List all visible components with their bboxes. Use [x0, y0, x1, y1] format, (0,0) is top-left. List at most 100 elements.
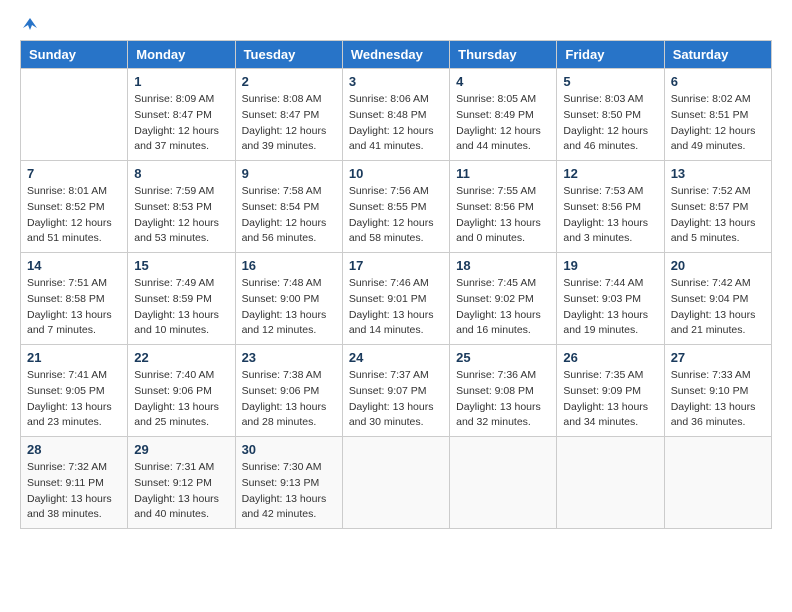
- calendar-cell: 8Sunrise: 7:59 AM Sunset: 8:53 PM Daylig…: [128, 161, 235, 253]
- calendar-cell: 15 Sunrise: 7:49 AM Sunset: 8:59 PM Dayli…: [128, 253, 235, 345]
- calendar-cell: 5 Sunrise: 8:03 AM Sunset: 8:50 PM Daylig…: [557, 69, 664, 161]
- day-info: Sunrise: 7:41 AM Sunset: 9:05 PM Dayligh…: [27, 368, 121, 431]
- day-number: 28: [27, 442, 121, 457]
- calendar-day-header: Wednesday: [342, 41, 449, 69]
- day-number: 7: [27, 166, 121, 181]
- calendar-cell: [21, 69, 128, 161]
- calendar-day-header: Monday: [128, 41, 235, 69]
- calendar-cell: 27Sunrise: 7:33 AM Sunset: 9:10 PM Dayli…: [664, 345, 771, 437]
- day-number: 15: [134, 258, 228, 273]
- day-number: 17: [349, 258, 443, 273]
- calendar-cell: 26 Sunrise: 7:35 AM Sunset: 9:09 PM Dayli…: [557, 345, 664, 437]
- day-number: 26: [563, 350, 657, 365]
- day-number: 29: [134, 442, 228, 457]
- calendar-day-header: Sunday: [21, 41, 128, 69]
- day-number: 22: [134, 350, 228, 365]
- day-number: 10: [349, 166, 443, 181]
- calendar-cell: 10 Sunrise: 7:56 AM Sunset: 8:55 PM Dayli…: [342, 161, 449, 253]
- calendar-day-header: Friday: [557, 41, 664, 69]
- day-number: 14: [27, 258, 121, 273]
- calendar-cell: 23 Sunrise: 7:38 AM Sunset: 9:06 PM Dayli…: [235, 345, 342, 437]
- calendar-week-row: 28 Sunrise: 7:32 AM Sunset: 9:11 PM Dayli…: [21, 437, 772, 529]
- calendar-cell: 21 Sunrise: 7:41 AM Sunset: 9:05 PM Dayli…: [21, 345, 128, 437]
- calendar-cell: 30 Sunrise: 7:30 AM Sunset: 9:13 PM Dayli…: [235, 437, 342, 529]
- day-info: Sunrise: 7:56 AM Sunset: 8:55 PM Dayligh…: [349, 184, 443, 247]
- logo: [20, 20, 39, 30]
- day-number: 11: [456, 166, 550, 181]
- calendar-cell: 12 Sunrise: 7:53 AM Sunset: 8:56 PM Dayli…: [557, 161, 664, 253]
- day-info: Sunrise: 7:48 AM Sunset: 9:00 PM Dayligh…: [242, 276, 336, 339]
- day-info: Sunrise: 7:53 AM Sunset: 8:56 PM Dayligh…: [563, 184, 657, 247]
- day-info: Sunrise: 8:01 AM Sunset: 8:52 PM Dayligh…: [27, 184, 121, 247]
- calendar-week-row: 21 Sunrise: 7:41 AM Sunset: 9:05 PM Dayli…: [21, 345, 772, 437]
- day-info: Sunrise: 7:36 AM Sunset: 9:08 PM Dayligh…: [456, 368, 550, 431]
- calendar-cell: 25 Sunrise: 7:36 AM Sunset: 9:08 PM Dayli…: [450, 345, 557, 437]
- calendar-cell: 19Sunrise: 7:44 AM Sunset: 9:03 PM Dayli…: [557, 253, 664, 345]
- calendar-cell: 17 Sunrise: 7:46 AM Sunset: 9:01 PM Dayli…: [342, 253, 449, 345]
- day-number: 20: [671, 258, 765, 273]
- day-info: Sunrise: 7:40 AM Sunset: 9:06 PM Dayligh…: [134, 368, 228, 431]
- day-info: Sunrise: 7:32 AM Sunset: 9:11 PM Dayligh…: [27, 460, 121, 523]
- day-info: Sunrise: 8:02 AM Sunset: 8:51 PM Dayligh…: [671, 92, 765, 155]
- day-number: 16: [242, 258, 336, 273]
- day-info: Sunrise: 7:46 AM Sunset: 9:01 PM Dayligh…: [349, 276, 443, 339]
- calendar-cell: 22 Sunrise: 7:40 AM Sunset: 9:06 PM Dayli…: [128, 345, 235, 437]
- calendar-cell: 3 Sunrise: 8:06 AM Sunset: 8:48 PM Daylig…: [342, 69, 449, 161]
- calendar-cell: [342, 437, 449, 529]
- day-info: Sunrise: 7:42 AM Sunset: 9:04 PM Dayligh…: [671, 276, 765, 339]
- day-info: Sunrise: 7:37 AM Sunset: 9:07 PM Dayligh…: [349, 368, 443, 431]
- day-info: Sunrise: 8:03 AM Sunset: 8:50 PM Dayligh…: [563, 92, 657, 155]
- calendar-cell: 1 Sunrise: 8:09 AM Sunset: 8:47 PM Daylig…: [128, 69, 235, 161]
- day-number: 9: [242, 166, 336, 181]
- day-number: 19: [563, 258, 657, 273]
- calendar-day-header: Saturday: [664, 41, 771, 69]
- day-number: 13: [671, 166, 765, 181]
- day-info: Sunrise: 7:55 AM Sunset: 8:56 PM Dayligh…: [456, 184, 550, 247]
- day-number: 25: [456, 350, 550, 365]
- calendar-header: SundayMondayTuesdayWednesdayThursdayFrid…: [21, 41, 772, 69]
- day-number: 21: [27, 350, 121, 365]
- day-info: Sunrise: 7:49 AM Sunset: 8:59 PM Dayligh…: [134, 276, 228, 339]
- day-number: 3: [349, 74, 443, 89]
- day-number: 4: [456, 74, 550, 89]
- calendar-cell: [664, 437, 771, 529]
- calendar-day-header: Tuesday: [235, 41, 342, 69]
- day-info: Sunrise: 7:45 AM Sunset: 9:02 PM Dayligh…: [456, 276, 550, 339]
- calendar-cell: 18Sunrise: 7:45 AM Sunset: 9:02 PM Dayli…: [450, 253, 557, 345]
- day-number: 1: [134, 74, 228, 89]
- day-info: Sunrise: 7:52 AM Sunset: 8:57 PM Dayligh…: [671, 184, 765, 247]
- day-info: Sunrise: 7:58 AM Sunset: 8:54 PM Dayligh…: [242, 184, 336, 247]
- calendar-cell: 29 Sunrise: 7:31 AM Sunset: 9:12 PM Dayli…: [128, 437, 235, 529]
- page-header: [20, 20, 772, 30]
- day-info: Sunrise: 8:06 AM Sunset: 8:48 PM Dayligh…: [349, 92, 443, 155]
- calendar-cell: 28 Sunrise: 7:32 AM Sunset: 9:11 PM Dayli…: [21, 437, 128, 529]
- day-number: 30: [242, 442, 336, 457]
- day-info: Sunrise: 7:35 AM Sunset: 9:09 PM Dayligh…: [563, 368, 657, 431]
- day-info: Sunrise: 7:31 AM Sunset: 9:12 PM Dayligh…: [134, 460, 228, 523]
- day-info: Sunrise: 7:38 AM Sunset: 9:06 PM Dayligh…: [242, 368, 336, 431]
- calendar-cell: 2Sunrise: 8:08 AM Sunset: 8:47 PM Daylig…: [235, 69, 342, 161]
- calendar-cell: 14 Sunrise: 7:51 AM Sunset: 8:58 PM Dayli…: [21, 253, 128, 345]
- calendar-cell: 7 Sunrise: 8:01 AM Sunset: 8:52 PM Daylig…: [21, 161, 128, 253]
- calendar-cell: 20 Sunrise: 7:42 AM Sunset: 9:04 PM Dayli…: [664, 253, 771, 345]
- day-info: Sunrise: 8:09 AM Sunset: 8:47 PM Dayligh…: [134, 92, 228, 155]
- calendar-week-row: 1 Sunrise: 8:09 AM Sunset: 8:47 PM Daylig…: [21, 69, 772, 161]
- calendar-cell: 13 Sunrise: 7:52 AM Sunset: 8:57 PM Dayli…: [664, 161, 771, 253]
- day-number: 12: [563, 166, 657, 181]
- calendar-day-header: Thursday: [450, 41, 557, 69]
- calendar-cell: 16 Sunrise: 7:48 AM Sunset: 9:00 PM Dayli…: [235, 253, 342, 345]
- calendar-cell: [450, 437, 557, 529]
- day-number: 5: [563, 74, 657, 89]
- calendar-cell: 9 Sunrise: 7:58 AM Sunset: 8:54 PM Daylig…: [235, 161, 342, 253]
- day-info: Sunrise: 8:05 AM Sunset: 8:49 PM Dayligh…: [456, 92, 550, 155]
- calendar-week-row: 14 Sunrise: 7:51 AM Sunset: 8:58 PM Dayli…: [21, 253, 772, 345]
- calendar-cell: 6 Sunrise: 8:02 AM Sunset: 8:51 PM Daylig…: [664, 69, 771, 161]
- calendar-table: SundayMondayTuesdayWednesdayThursdayFrid…: [20, 40, 772, 529]
- day-number: 8: [134, 166, 228, 181]
- calendar-body: 1 Sunrise: 8:09 AM Sunset: 8:47 PM Daylig…: [21, 69, 772, 529]
- day-info: Sunrise: 7:51 AM Sunset: 8:58 PM Dayligh…: [27, 276, 121, 339]
- day-number: 6: [671, 74, 765, 89]
- calendar-cell: 11 Sunrise: 7:55 AM Sunset: 8:56 PM Dayli…: [450, 161, 557, 253]
- day-info: Sunrise: 7:30 AM Sunset: 9:13 PM Dayligh…: [242, 460, 336, 523]
- day-number: 23: [242, 350, 336, 365]
